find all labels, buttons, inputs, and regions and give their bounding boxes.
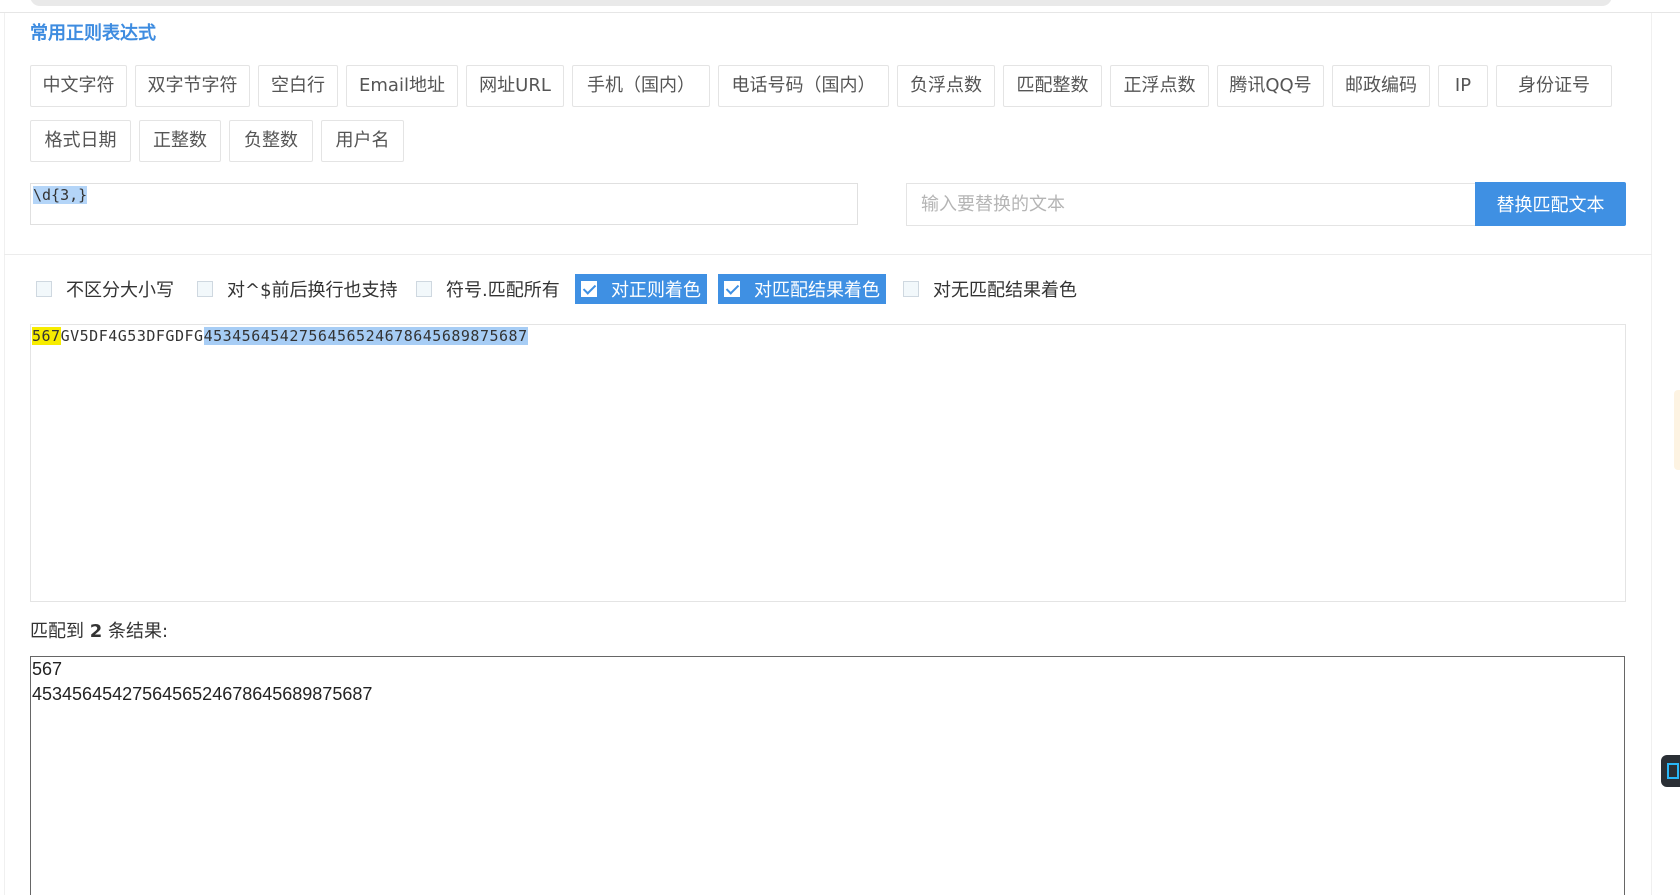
checkbox-multiline[interactable] [197,281,213,297]
result-suffix: 条结果: [108,621,169,642]
preset-ip[interactable]: IP [1438,65,1488,107]
option-label: 符号.匹配所有 [446,280,560,301]
side-decoration [1674,390,1680,470]
browser-top-bar [0,0,1680,13]
result-line: 4534564542756456524678645689875687 [32,684,373,704]
side-widget-tab[interactable] [1661,755,1680,787]
preset-username[interactable]: 用户名 [321,120,404,162]
option-label: 对正则着色 [611,280,701,301]
preset-date-format[interactable]: 格式日期 [30,120,131,162]
preset-blank-line[interactable]: 空白行 [258,65,338,107]
option-color-matches[interactable]: 对匹配结果着色 [718,274,886,304]
preset-url[interactable]: 网址URL [466,65,564,107]
checkbox-color-regex[interactable] [581,281,597,297]
result-output-area[interactable]: 567 4534564542756456524678645689875687 [30,656,1625,895]
source-text-area[interactable]: 567GV5DF4G53DFGDFG4534564542756456524678… [30,324,1626,602]
preset-double-byte[interactable]: 双字节字符 [135,65,250,107]
checkbox-color-matches[interactable] [724,281,740,297]
regex-value: \d{3,} [33,186,88,204]
option-multiline[interactable]: 对^$前后换行也支持 [191,274,398,304]
checkbox-dotall[interactable] [416,281,432,297]
result-prefix: 匹配到 [30,621,84,642]
option-label: 对无匹配结果着色 [933,280,1077,301]
replace-text-input[interactable] [906,183,1476,226]
replace-matches-button[interactable]: 替换匹配文本 [1475,182,1626,226]
regex-input[interactable]: \d{3,} [30,183,858,225]
preset-mobile[interactable]: 手机（国内） [572,65,710,107]
preset-positive-integer[interactable]: 正整数 [139,120,221,162]
option-color-regex[interactable]: 对正则着色 [575,274,707,304]
result-line: 567 [32,659,63,679]
widget-icon [1667,763,1679,779]
preset-positive-float[interactable]: 正浮点数 [1110,65,1209,107]
preset-postcode[interactable]: 邮政编码 [1332,65,1430,107]
preset-chinese-chars[interactable]: 中文字符 [30,65,127,107]
unmatched-text: GV5DF4G53DFGDFG [60,327,204,345]
preset-qq[interactable]: 腾讯QQ号 [1217,65,1324,107]
option-color-no-match[interactable]: 对无匹配结果着色 [897,274,1077,304]
checkbox-case-insensitive[interactable] [36,281,52,297]
preset-id-card[interactable]: 身份证号 [1496,65,1612,107]
preset-integer[interactable]: 匹配整数 [1003,65,1102,107]
option-case-insensitive[interactable]: 不区分大小写 [30,274,174,304]
result-count-label: 匹配到 2 条结果: [30,617,168,643]
preset-phone[interactable]: 电话号码（国内） [718,65,889,107]
preset-negative-integer[interactable]: 负整数 [229,120,313,162]
divider [4,254,1652,255]
option-label: 对匹配结果着色 [754,280,880,301]
option-label: 不区分大小写 [66,280,174,301]
preset-negative-float[interactable]: 负浮点数 [897,65,995,107]
preset-email[interactable]: Email地址 [346,65,458,107]
option-label: 对^$前后换行也支持 [227,280,398,301]
option-dotall[interactable]: 符号.匹配所有 [410,274,560,304]
result-count: 2 [89,621,103,642]
match-highlight-1: 567 [32,327,61,345]
address-bar[interactable] [30,0,1612,6]
checkbox-color-no-match[interactable] [903,281,919,297]
section-title: 常用正则表达式 [30,23,156,44]
match-highlight-2: 4534564542756456524678645689875687 [203,327,528,345]
